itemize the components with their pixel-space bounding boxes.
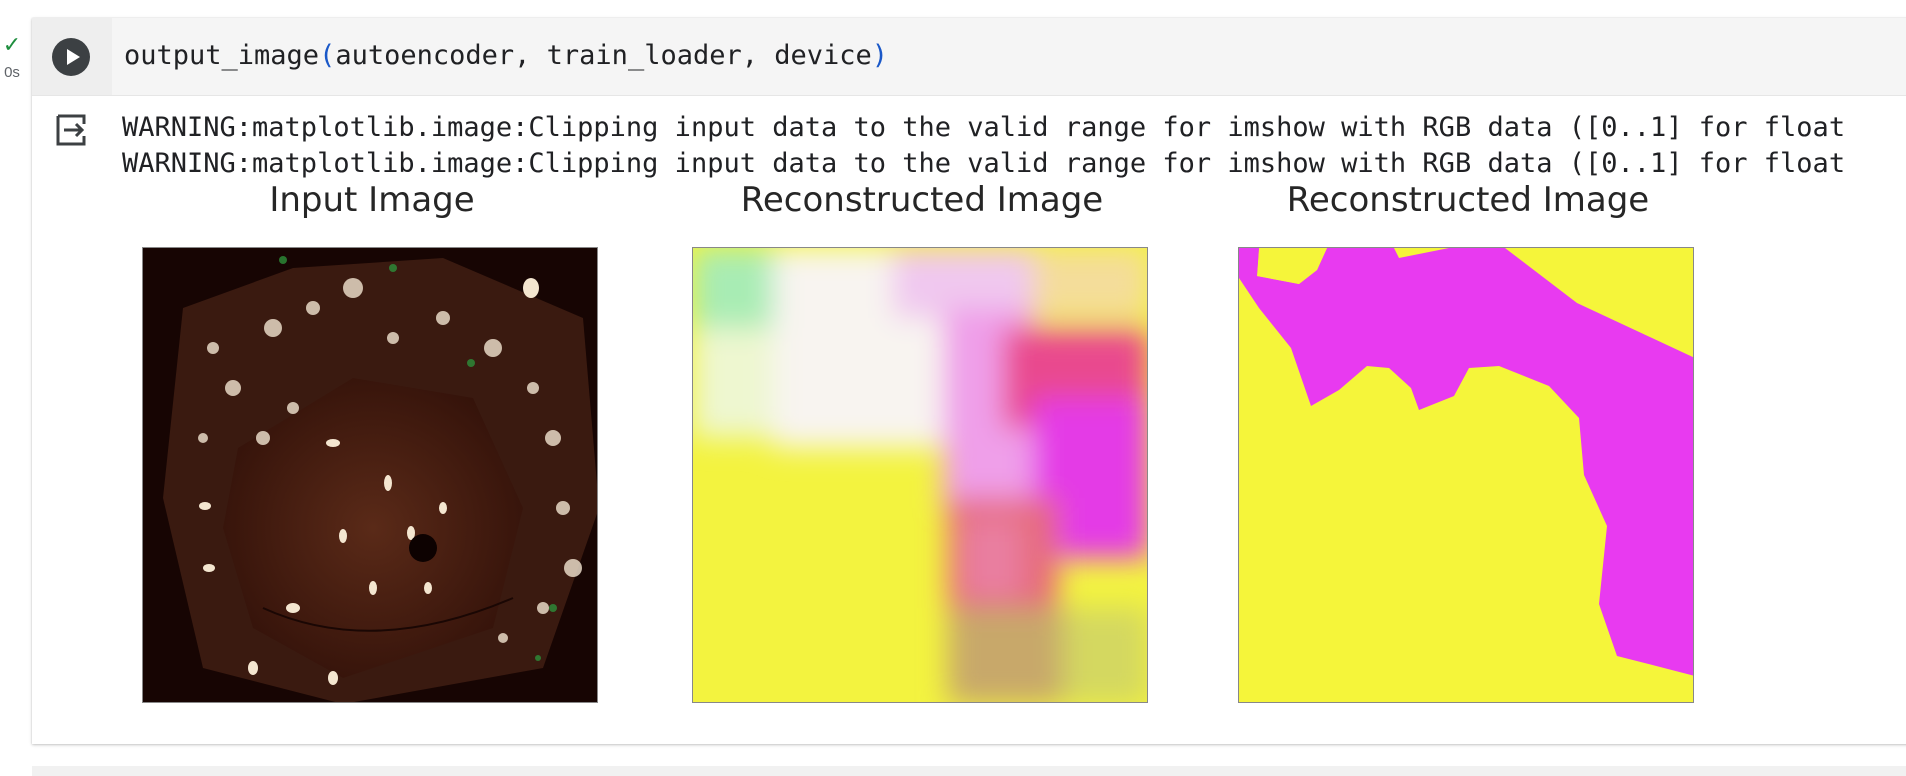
code-editor[interactable]: output_image(autoencoder, train_loader, … (124, 38, 888, 74)
play-icon (67, 49, 80, 65)
figure-title-reconstructed-2: Reconstructed Image (1286, 180, 1650, 220)
reconstructed-image-1 (692, 247, 1148, 703)
next-cell-edge (32, 766, 1906, 776)
code-cell[interactable]: output_image(autoencoder, train_loader, … (32, 18, 1906, 744)
code-arguments: autoencoder, train_loader, device (335, 40, 872, 71)
figure-title-reconstructed-1: Reconstructed Image (740, 180, 1104, 220)
execution-time: 0s (4, 64, 20, 81)
code-function-name: output_image (124, 40, 320, 71)
output-redirect-icon[interactable] (52, 110, 92, 150)
code-editor-row[interactable]: output_image(autoencoder, train_loader, … (32, 18, 1906, 96)
reconstructed-image-2 (1238, 247, 1694, 703)
run-cell-button[interactable] (52, 38, 90, 76)
input-image (142, 247, 598, 703)
check-icon: ✓ (2, 32, 22, 57)
warning-line: WARNING:matplotlib.image:Clipping input … (122, 112, 1846, 143)
code-open-paren: ( (319, 40, 336, 71)
warning-line: WARNING:matplotlib.image:Clipping input … (122, 148, 1846, 179)
code-close-paren: ) (871, 40, 889, 71)
figure-title-input: Input Image (269, 180, 475, 220)
